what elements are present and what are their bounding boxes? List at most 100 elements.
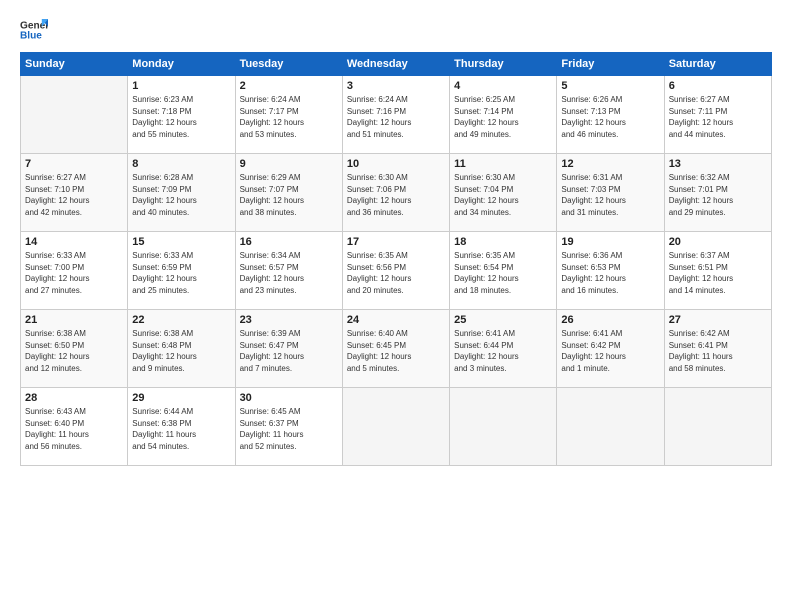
day-number: 23 — [240, 314, 338, 326]
day-info: Sunrise: 6:30 AM Sunset: 7:04 PM Dayligh… — [454, 172, 552, 218]
day-info: Sunrise: 6:44 AM Sunset: 6:38 PM Dayligh… — [132, 406, 230, 452]
day-info: Sunrise: 6:24 AM Sunset: 7:16 PM Dayligh… — [347, 94, 445, 140]
day-cell-13: 13 Sunrise: 6:32 AM Sunset: 7:01 PM Dayli… — [664, 154, 771, 232]
day-info: Sunrise: 6:29 AM Sunset: 7:07 PM Dayligh… — [240, 172, 338, 218]
day-info: Sunrise: 6:35 AM Sunset: 6:56 PM Dayligh… — [347, 250, 445, 296]
day-number: 14 — [25, 236, 123, 248]
empty-cell — [21, 76, 128, 154]
day-info: Sunrise: 6:26 AM Sunset: 7:13 PM Dayligh… — [561, 94, 659, 140]
day-info: Sunrise: 6:32 AM Sunset: 7:01 PM Dayligh… — [669, 172, 767, 218]
day-cell-24: 24 Sunrise: 6:40 AM Sunset: 6:45 PM Dayli… — [342, 310, 449, 388]
day-cell-10: 10Sunrise: 6:30 AM Sunset: 7:06 PM Dayli… — [342, 154, 449, 232]
day-info: Sunrise: 6:43 AM Sunset: 6:40 PM Dayligh… — [25, 406, 123, 452]
day-number: 29 — [132, 392, 230, 404]
day-cell-4: 4 Sunrise: 6:25 AM Sunset: 7:14 PM Daylig… — [450, 76, 557, 154]
day-number: 17 — [347, 236, 445, 248]
day-cell-26: 26 Sunrise: 6:41 AM Sunset: 6:42 PM Dayli… — [557, 310, 664, 388]
day-cell-15: 15 Sunrise: 6:33 AM Sunset: 6:59 PM Dayli… — [128, 232, 235, 310]
day-number: 5 — [561, 80, 659, 92]
day-info: Sunrise: 6:35 AM Sunset: 6:54 PM Dayligh… — [454, 250, 552, 296]
day-info: Sunrise: 6:42 AM Sunset: 6:41 PM Dayligh… — [669, 328, 767, 374]
day-info: Sunrise: 6:41 AM Sunset: 6:42 PM Dayligh… — [561, 328, 659, 374]
day-number: 15 — [132, 236, 230, 248]
day-info: Sunrise: 6:23 AM Sunset: 7:18 PM Dayligh… — [132, 94, 230, 140]
day-number: 16 — [240, 236, 338, 248]
logo: General Blue — [20, 16, 48, 44]
day-cell-21: 21 Sunrise: 6:38 AM Sunset: 6:50 PM Dayli… — [21, 310, 128, 388]
day-info: Sunrise: 6:27 AM Sunset: 7:10 PM Dayligh… — [25, 172, 123, 218]
day-cell-1: 1 Sunrise: 6:23 AM Sunset: 7:18 PM Daylig… — [128, 76, 235, 154]
day-number: 21 — [25, 314, 123, 326]
day-cell-22: 22 Sunrise: 6:38 AM Sunset: 6:48 PM Dayli… — [128, 310, 235, 388]
day-number: 11 — [454, 158, 552, 170]
day-cell-17: 17 Sunrise: 6:35 AM Sunset: 6:56 PM Dayli… — [342, 232, 449, 310]
day-cell-20: 20Sunrise: 6:37 AM Sunset: 6:51 PM Dayli… — [664, 232, 771, 310]
week-row-1: 1 Sunrise: 6:23 AM Sunset: 7:18 PM Daylig… — [21, 76, 772, 154]
day-number: 7 — [25, 158, 123, 170]
day-cell-19: 19Sunrise: 6:36 AM Sunset: 6:53 PM Dayli… — [557, 232, 664, 310]
day-number: 22 — [132, 314, 230, 326]
day-info: Sunrise: 6:33 AM Sunset: 7:00 PM Dayligh… — [25, 250, 123, 296]
day-cell-30: 30Sunrise: 6:45 AM Sunset: 6:37 PM Dayli… — [235, 388, 342, 466]
weekday-header-thursday: Thursday — [450, 53, 557, 76]
weekday-header-wednesday: Wednesday — [342, 53, 449, 76]
day-number: 13 — [669, 158, 767, 170]
day-info: Sunrise: 6:27 AM Sunset: 7:11 PM Dayligh… — [669, 94, 767, 140]
day-number: 26 — [561, 314, 659, 326]
day-number: 2 — [240, 80, 338, 92]
day-number: 3 — [347, 80, 445, 92]
day-info: Sunrise: 6:31 AM Sunset: 7:03 PM Dayligh… — [561, 172, 659, 218]
day-number: 20 — [669, 236, 767, 248]
day-number: 25 — [454, 314, 552, 326]
weekday-header-monday: Monday — [128, 53, 235, 76]
day-cell-28: 28 Sunrise: 6:43 AM Sunset: 6:40 PM Dayli… — [21, 388, 128, 466]
day-cell-9: 9Sunrise: 6:29 AM Sunset: 7:07 PM Daylig… — [235, 154, 342, 232]
day-number: 6 — [669, 80, 767, 92]
day-number: 27 — [669, 314, 767, 326]
day-number: 8 — [132, 158, 230, 170]
empty-cell — [664, 388, 771, 466]
empty-cell — [557, 388, 664, 466]
day-cell-2: 2 Sunrise: 6:24 AM Sunset: 7:17 PM Daylig… — [235, 76, 342, 154]
day-info: Sunrise: 6:33 AM Sunset: 6:59 PM Dayligh… — [132, 250, 230, 296]
day-number: 18 — [454, 236, 552, 248]
day-info: Sunrise: 6:41 AM Sunset: 6:44 PM Dayligh… — [454, 328, 552, 374]
week-row-3: 14 Sunrise: 6:33 AM Sunset: 7:00 PM Dayli… — [21, 232, 772, 310]
day-number: 4 — [454, 80, 552, 92]
logo-icon: General Blue — [20, 16, 48, 44]
day-cell-5: 5 Sunrise: 6:26 AM Sunset: 7:13 PM Daylig… — [557, 76, 664, 154]
day-info: Sunrise: 6:40 AM Sunset: 6:45 PM Dayligh… — [347, 328, 445, 374]
empty-cell — [342, 388, 449, 466]
day-info: Sunrise: 6:24 AM Sunset: 7:17 PM Dayligh… — [240, 94, 338, 140]
day-number: 1 — [132, 80, 230, 92]
calendar-table: SundayMondayTuesdayWednesdayThursdayFrid… — [20, 52, 772, 466]
day-cell-27: 27 Sunrise: 6:42 AM Sunset: 6:41 PM Dayli… — [664, 310, 771, 388]
week-row-5: 28 Sunrise: 6:43 AM Sunset: 6:40 PM Dayli… — [21, 388, 772, 466]
day-info: Sunrise: 6:30 AM Sunset: 7:06 PM Dayligh… — [347, 172, 445, 218]
weekday-header-sunday: Sunday — [21, 53, 128, 76]
day-number: 28 — [25, 392, 123, 404]
week-row-2: 7 Sunrise: 6:27 AM Sunset: 7:10 PM Daylig… — [21, 154, 772, 232]
day-cell-12: 12 Sunrise: 6:31 AM Sunset: 7:03 PM Dayli… — [557, 154, 664, 232]
day-number: 12 — [561, 158, 659, 170]
day-cell-7: 7 Sunrise: 6:27 AM Sunset: 7:10 PM Daylig… — [21, 154, 128, 232]
day-cell-11: 11 Sunrise: 6:30 AM Sunset: 7:04 PM Dayli… — [450, 154, 557, 232]
day-info: Sunrise: 6:38 AM Sunset: 6:48 PM Dayligh… — [132, 328, 230, 374]
weekday-header-row: SundayMondayTuesdayWednesdayThursdayFrid… — [21, 53, 772, 76]
svg-text:Blue: Blue — [20, 31, 42, 42]
day-info: Sunrise: 6:28 AM Sunset: 7:09 PM Dayligh… — [132, 172, 230, 218]
day-cell-14: 14 Sunrise: 6:33 AM Sunset: 7:00 PM Dayli… — [21, 232, 128, 310]
day-info: Sunrise: 6:39 AM Sunset: 6:47 PM Dayligh… — [240, 328, 338, 374]
day-cell-8: 8 Sunrise: 6:28 AM Sunset: 7:09 PM Daylig… — [128, 154, 235, 232]
day-info: Sunrise: 6:25 AM Sunset: 7:14 PM Dayligh… — [454, 94, 552, 140]
day-cell-29: 29 Sunrise: 6:44 AM Sunset: 6:38 PM Dayli… — [128, 388, 235, 466]
empty-cell — [450, 388, 557, 466]
day-info: Sunrise: 6:45 AM Sunset: 6:37 PM Dayligh… — [240, 406, 338, 452]
weekday-header-tuesday: Tuesday — [235, 53, 342, 76]
day-cell-18: 18 Sunrise: 6:35 AM Sunset: 6:54 PM Dayli… — [450, 232, 557, 310]
day-cell-6: 6 Sunrise: 6:27 AM Sunset: 7:11 PM Daylig… — [664, 76, 771, 154]
day-number: 24 — [347, 314, 445, 326]
weekday-header-friday: Friday — [557, 53, 664, 76]
day-info: Sunrise: 6:38 AM Sunset: 6:50 PM Dayligh… — [25, 328, 123, 374]
day-cell-25: 25 Sunrise: 6:41 AM Sunset: 6:44 PM Dayli… — [450, 310, 557, 388]
